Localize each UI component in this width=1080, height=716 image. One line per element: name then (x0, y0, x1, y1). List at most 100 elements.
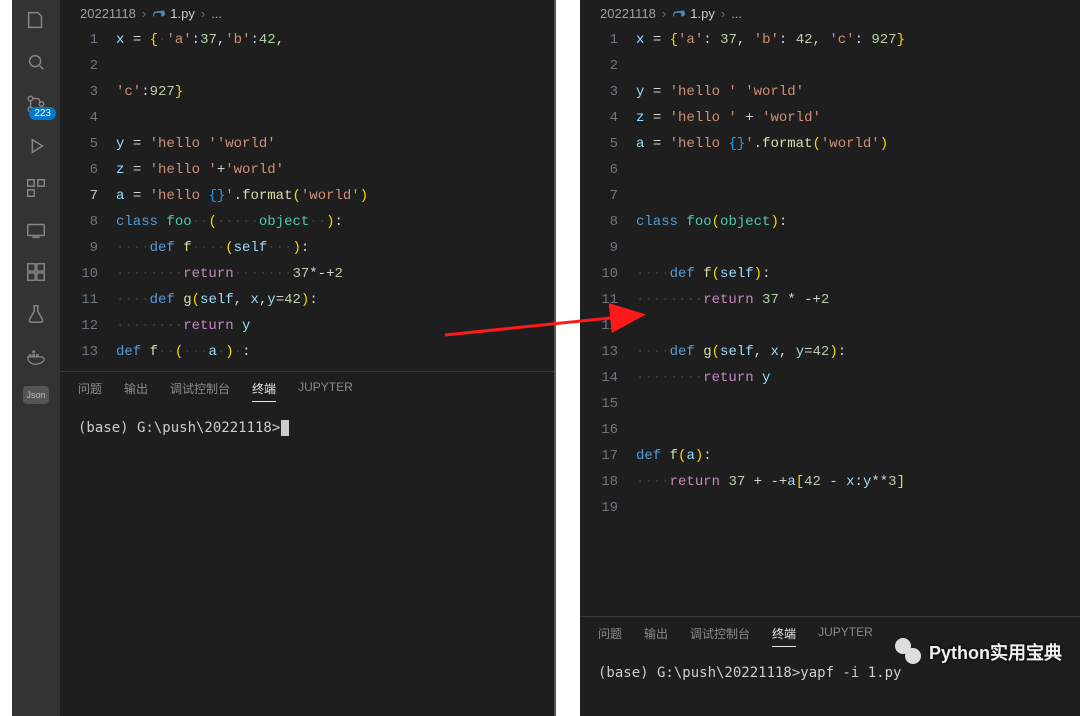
code-line[interactable]: 11········return 37 * -+2 (580, 287, 1080, 313)
code-content[interactable]: z = 'hello ' + 'world' (636, 105, 1080, 131)
code-line[interactable]: 7 (580, 183, 1080, 209)
code-content[interactable]: y = 'hello ''world' (116, 131, 554, 157)
tab-debug-console[interactable]: 调试控制台 (170, 380, 230, 402)
tab-problems[interactable]: 问题 (78, 380, 102, 402)
code-line[interactable]: 3y = 'hello ' 'world' (580, 79, 1080, 105)
code-content[interactable] (636, 495, 1080, 521)
code-content[interactable] (116, 105, 554, 131)
tab-output[interactable]: 输出 (644, 625, 668, 647)
code-line[interactable]: 18····return 37 + -+a[42 - x:y**3] (580, 469, 1080, 495)
code-content[interactable]: ········return·······37*-+2 (116, 261, 554, 287)
code-line[interactable]: 13····def g(self, x, y=42): (580, 339, 1080, 365)
code-line[interactable]: 16 (580, 417, 1080, 443)
breadcrumb-folder[interactable]: 20221118 (600, 6, 656, 21)
code-content[interactable]: z = 'hello '+'world' (116, 157, 554, 183)
code-line[interactable]: 5y = 'hello ''world' (60, 131, 554, 157)
code-content[interactable]: class foo(object): (636, 209, 1080, 235)
breadcrumb-tail[interactable]: ... (211, 6, 222, 21)
breadcrumb-file[interactable]: 1.py (152, 6, 195, 21)
code-content[interactable]: ····return 37 + -+a[42 - x:y**3] (636, 469, 1080, 495)
debug-icon[interactable] (24, 134, 48, 158)
code-line[interactable]: 4 (60, 105, 554, 131)
explorer-icon[interactable] (24, 8, 48, 32)
code-content[interactable] (116, 53, 554, 79)
code-line[interactable]: 3'c':927} (60, 79, 554, 105)
tab-jupyter[interactable]: JUPYTER (298, 380, 353, 402)
code-content[interactable]: x = {'a': 37, 'b': 42, 'c': 927} (636, 27, 1080, 53)
code-content[interactable]: ········return y (636, 365, 1080, 391)
code-content[interactable] (636, 391, 1080, 417)
breadcrumb[interactable]: 20221118 › 1.py › ... (60, 0, 554, 27)
breadcrumb-folder[interactable]: 20221118 (80, 6, 136, 21)
code-line[interactable]: 2 (580, 53, 1080, 79)
breadcrumb-tail[interactable]: ... (731, 6, 742, 21)
code-content[interactable] (636, 417, 1080, 443)
code-line[interactable]: 1x = {'a': 37, 'b': 42, 'c': 927} (580, 27, 1080, 53)
flask-icon[interactable] (24, 302, 48, 326)
docker-icon[interactable] (24, 344, 48, 368)
code-line[interactable]: 8class foo··(·····object··): (60, 209, 554, 235)
code-content[interactable]: ········return 37 * -+2 (636, 287, 1080, 313)
code-line[interactable]: 14········return y (580, 365, 1080, 391)
code-line[interactable]: 14····return······37+-+a[42-x :··y**3] (60, 365, 554, 371)
code-content[interactable] (636, 313, 1080, 339)
code-line[interactable]: 6z = 'hello '+'world' (60, 157, 554, 183)
tab-problems[interactable]: 问题 (598, 625, 622, 647)
code-line[interactable]: 12········return y (60, 313, 554, 339)
remote-icon[interactable] (24, 218, 48, 242)
code-line[interactable]: 11····def g(self, x,y=42): (60, 287, 554, 313)
code-content[interactable] (636, 53, 1080, 79)
code-line[interactable]: 13def f··(···a·)·: (60, 339, 554, 365)
code-line[interactable]: 19 (580, 495, 1080, 521)
code-line[interactable]: 9 (580, 235, 1080, 261)
code-content[interactable]: ····return······37+-+a[42-x :··y**3] (116, 365, 554, 371)
activity-bar: 223 Json (12, 0, 60, 716)
code-content[interactable]: a = 'hello {}'.format('world') (116, 183, 554, 209)
tab-output[interactable]: 输出 (124, 380, 148, 402)
code-content[interactable] (636, 235, 1080, 261)
code-content[interactable]: ····def g(self, x,y=42): (116, 287, 554, 313)
layout-icon[interactable] (24, 260, 48, 284)
code-line[interactable]: 2 (60, 53, 554, 79)
code-content[interactable]: 'c':927} (116, 79, 554, 105)
tab-terminal[interactable]: 终端 (252, 380, 276, 402)
code-content[interactable]: def f··(···a·)·: (116, 339, 554, 365)
breadcrumb-file[interactable]: 1.py (672, 6, 715, 21)
code-content[interactable]: y = 'hello ' 'world' (636, 79, 1080, 105)
code-line[interactable]: 7a = 'hello {}'.format('world') (60, 183, 554, 209)
breadcrumb[interactable]: 20221118 › 1.py › ... (580, 0, 1080, 27)
code-line[interactable]: 9····def f····(self···): (60, 235, 554, 261)
code-content[interactable]: ····def f(self): (636, 261, 1080, 287)
terminal-prompt: (base) G:\push\20221118> (78, 420, 280, 436)
code-line[interactable]: 6 (580, 157, 1080, 183)
code-content[interactable]: def f(a): (636, 443, 1080, 469)
code-line[interactable]: 17def f(a): (580, 443, 1080, 469)
code-content[interactable]: a = 'hello {}'.format('world') (636, 131, 1080, 157)
code-line[interactable]: 15 (580, 391, 1080, 417)
bottom-panel-left: 问题 输出 调试控制台 终端 JUPYTER (base) G:\push\20… (60, 371, 554, 716)
code-content[interactable]: ········return y (116, 313, 554, 339)
code-line[interactable]: 10········return·······37*-+2 (60, 261, 554, 287)
tab-terminal[interactable]: 终端 (772, 625, 796, 647)
code-editor-left[interactable]: 1x = {·'a':37,'b':42,23'c':927}45y = 'he… (60, 27, 554, 371)
json-icon[interactable]: Json (23, 386, 49, 404)
code-content[interactable]: ····def g(self, x, y=42): (636, 339, 1080, 365)
search-icon[interactable] (24, 50, 48, 74)
code-line[interactable]: 5a = 'hello {}'.format('world') (580, 131, 1080, 157)
code-line[interactable]: 12 (580, 313, 1080, 339)
code-content[interactable]: ····def f····(self···): (116, 235, 554, 261)
tab-debug-console[interactable]: 调试控制台 (690, 625, 750, 647)
code-content[interactable] (636, 157, 1080, 183)
code-content[interactable]: x = {·'a':37,'b':42, (116, 27, 554, 53)
code-editor-right[interactable]: 1x = {'a': 37, 'b': 42, 'c': 927}23y = '… (580, 27, 1080, 616)
source-control-icon[interactable]: 223 (24, 92, 48, 116)
extensions-icon[interactable] (24, 176, 48, 200)
code-content[interactable]: class foo··(·····object··): (116, 209, 554, 235)
code-line[interactable]: 10····def f(self): (580, 261, 1080, 287)
terminal-left[interactable]: (base) G:\push\20221118> (60, 408, 554, 716)
code-line[interactable]: 1x = {·'a':37,'b':42, (60, 27, 554, 53)
code-content[interactable] (636, 183, 1080, 209)
code-line[interactable]: 4z = 'hello ' + 'world' (580, 105, 1080, 131)
tab-jupyter[interactable]: JUPYTER (818, 625, 873, 647)
code-line[interactable]: 8class foo(object): (580, 209, 1080, 235)
